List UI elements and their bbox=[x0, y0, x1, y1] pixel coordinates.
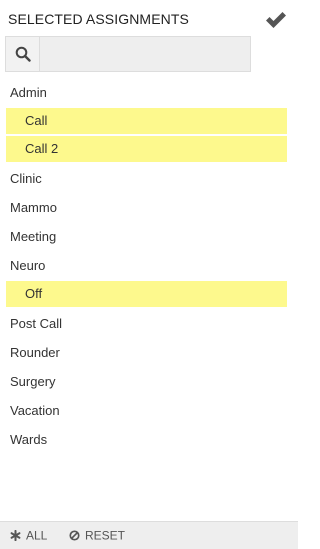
list-item-label: Wards bbox=[10, 432, 48, 447]
confirm-button[interactable] bbox=[264, 9, 288, 31]
select-all-button[interactable]: ALL bbox=[10, 522, 47, 549]
list-item[interactable]: Surgery bbox=[0, 367, 298, 396]
list-item-label: Surgery bbox=[10, 374, 56, 389]
list-item[interactable]: Call 2 bbox=[6, 136, 287, 162]
asterisk-icon bbox=[10, 530, 21, 542]
reset-label: RESET bbox=[85, 528, 126, 543]
list-item-label: Neuro bbox=[10, 258, 46, 273]
search-icon bbox=[15, 46, 31, 62]
list-item[interactable]: Rounder bbox=[0, 338, 298, 367]
select-all-label: ALL bbox=[26, 528, 48, 543]
list-item[interactable]: Call bbox=[6, 108, 287, 134]
list-item-label: Call bbox=[25, 113, 48, 128]
list-item-label: Meeting bbox=[10, 229, 57, 244]
panel-title: SELECTED ASSIGNMENTS bbox=[8, 11, 189, 27]
checkmark-icon bbox=[266, 12, 286, 28]
list-item[interactable]: Clinic bbox=[0, 164, 298, 193]
assignment-list: Admin Call Call 2 Clinic Mammo Meeting Neuro Of… bbox=[0, 78, 298, 454]
list-item[interactable]: Meeting bbox=[0, 222, 298, 251]
list-item-label: Admin bbox=[10, 85, 47, 100]
list-item[interactable]: Post Call bbox=[0, 309, 298, 338]
list-item[interactable]: Admin bbox=[0, 78, 298, 107]
list-item[interactable]: Mammo bbox=[0, 193, 298, 222]
search-button[interactable] bbox=[6, 37, 40, 71]
list-item-label: Off bbox=[25, 286, 43, 301]
search-bar bbox=[5, 36, 251, 72]
list-item[interactable]: Vacation bbox=[0, 396, 298, 425]
list-item[interactable]: Off bbox=[6, 281, 287, 307]
ban-icon bbox=[69, 530, 80, 541]
list-item-label: Vacation bbox=[10, 403, 60, 418]
list-item-label: Clinic bbox=[10, 171, 42, 186]
list-item-label: Post Call bbox=[10, 316, 63, 331]
search-input[interactable] bbox=[40, 37, 250, 71]
panel-header: SELECTED ASSIGNMENTS bbox=[0, 0, 298, 36]
reset-button[interactable]: RESET bbox=[69, 522, 125, 549]
footer-bar: ALL RESET bbox=[0, 521, 298, 549]
list-item[interactable]: Wards bbox=[0, 425, 298, 454]
list-item[interactable]: Neuro bbox=[0, 251, 298, 280]
list-item-label: Call 2 bbox=[25, 141, 59, 156]
list-item-label: Rounder bbox=[10, 345, 60, 360]
list-item-label: Mammo bbox=[10, 200, 57, 215]
